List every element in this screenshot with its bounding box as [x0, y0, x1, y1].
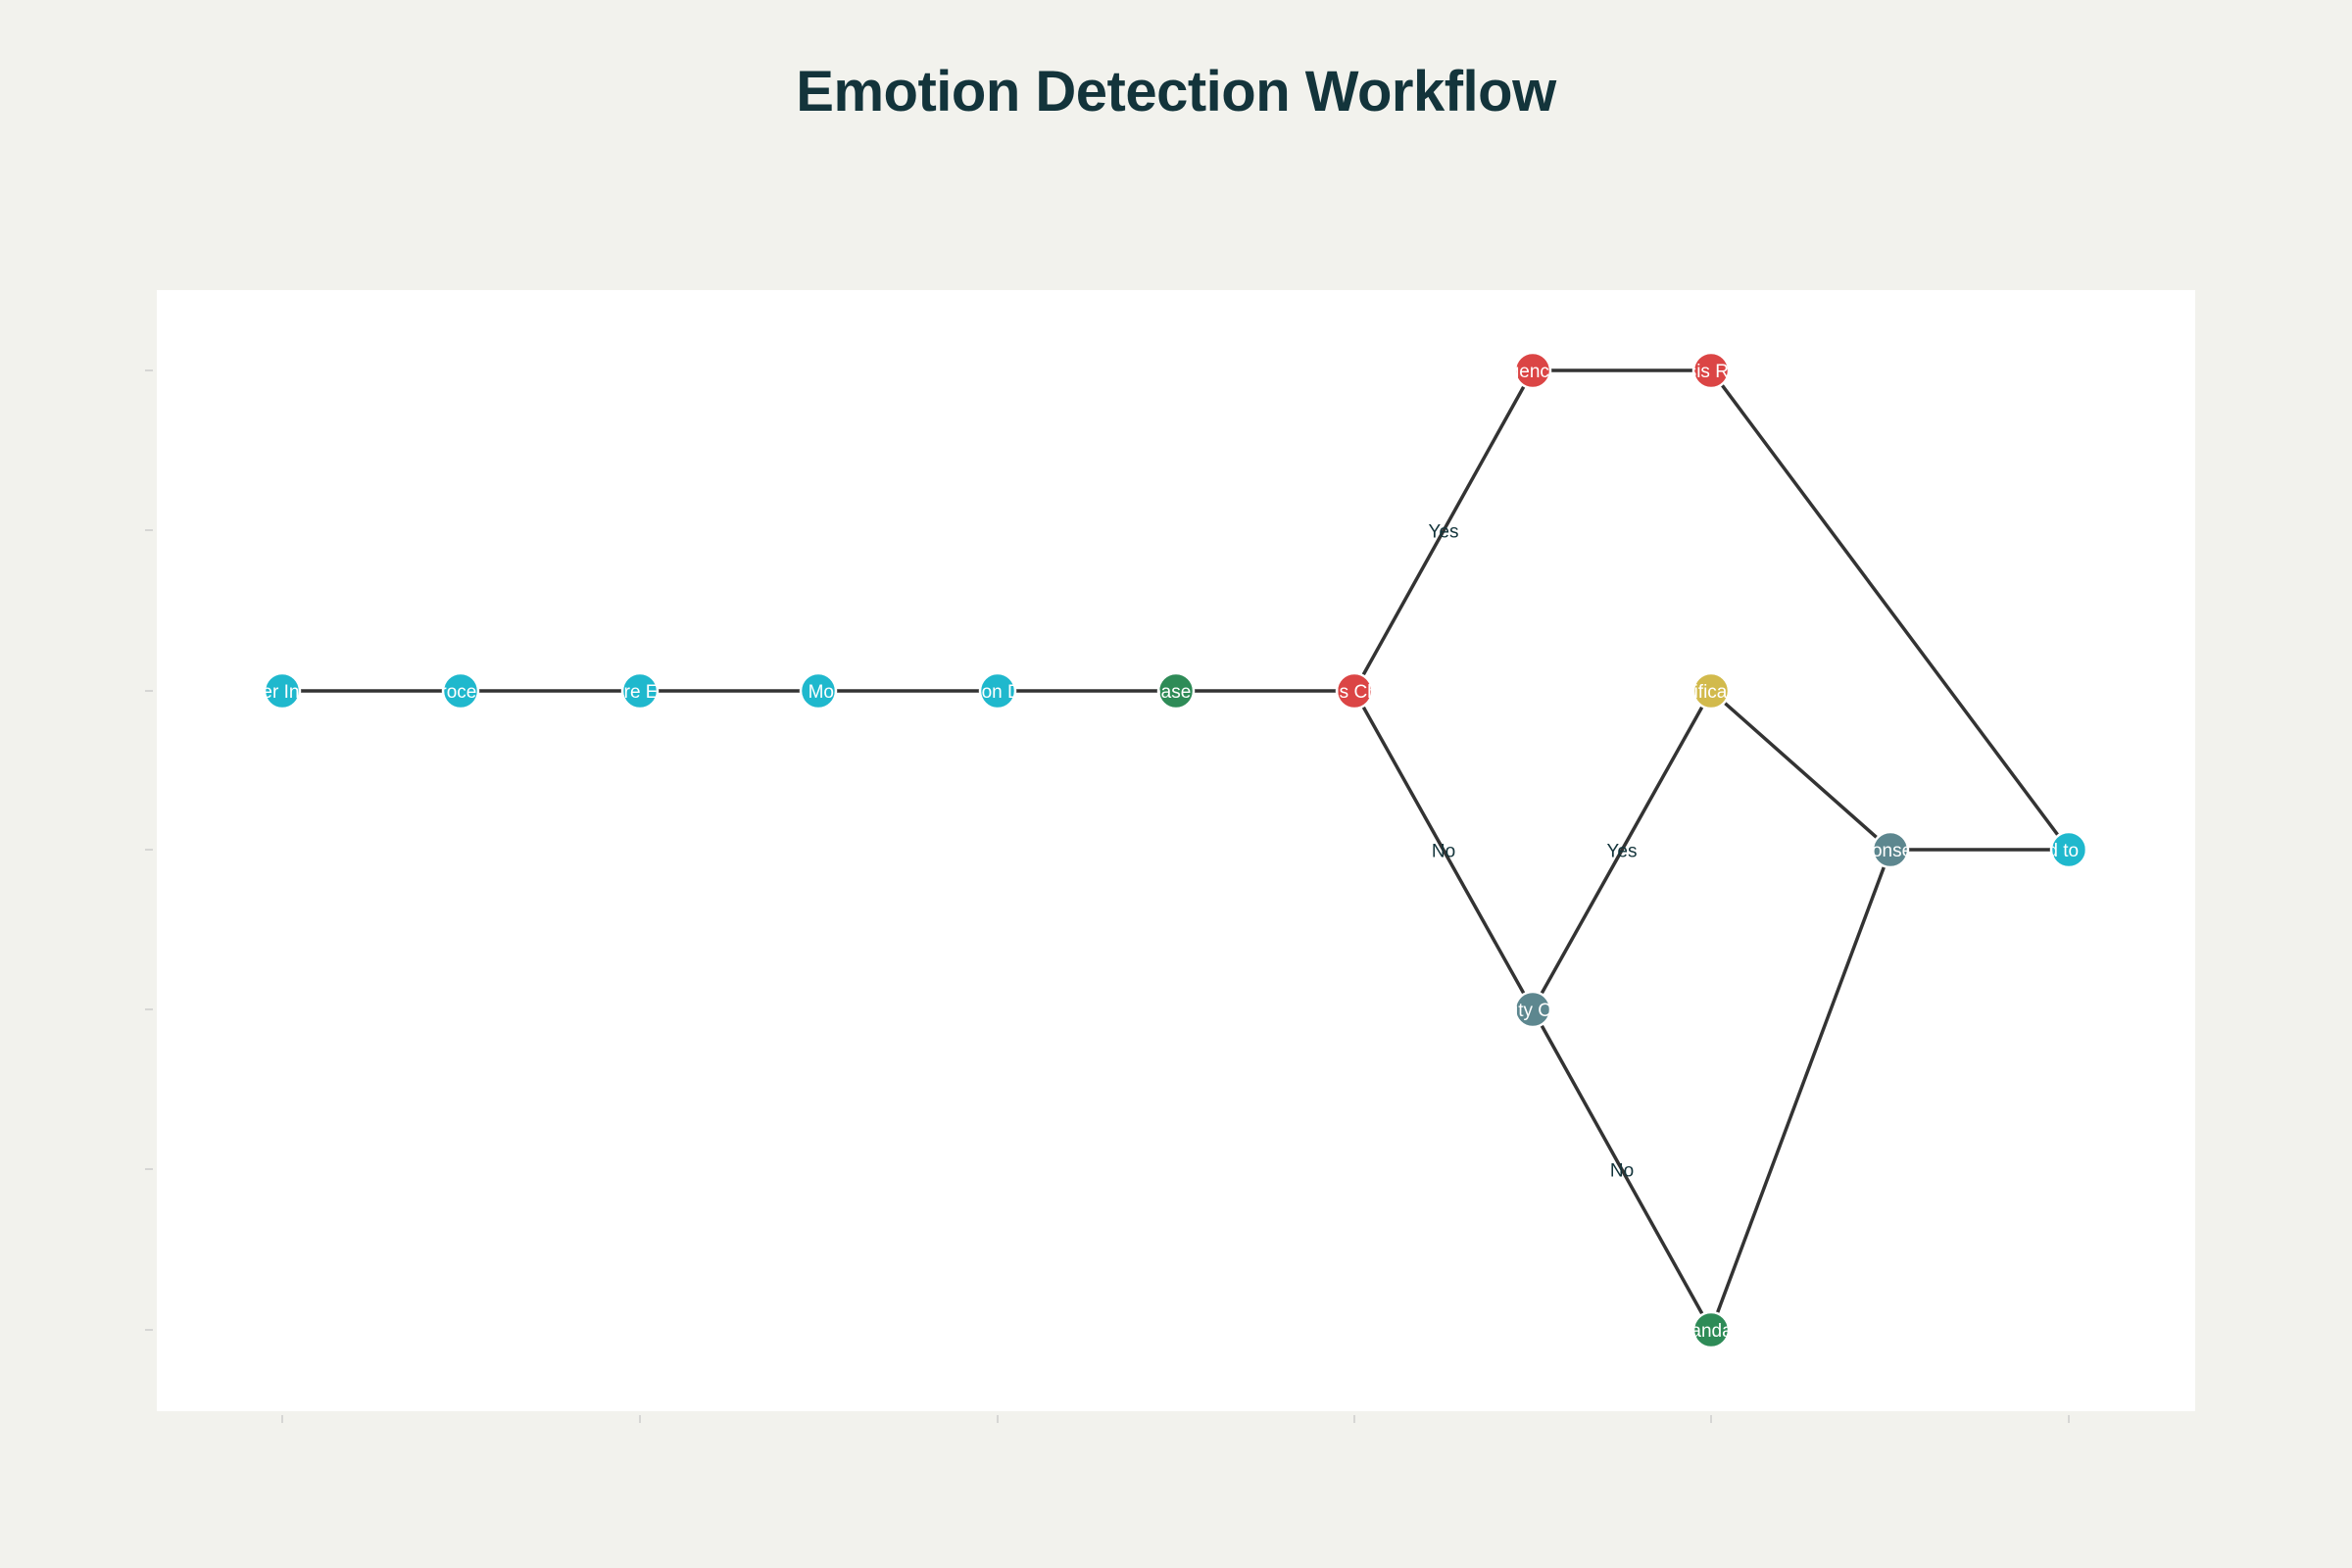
edge-label-priority-check-to-notification: Yes — [1607, 842, 1638, 862]
edge-label-priority-check-to-standard: No — [1610, 1161, 1634, 1182]
edge-label-crisis-check-to-priority-check: No — [1432, 842, 1455, 862]
workflow-diagram: YesNo YesNo User Input Preprocessing Featur… — [145, 290, 2195, 1423]
edge-label-crisis-check-to-emergency-alert: Yes — [1429, 522, 1459, 543]
